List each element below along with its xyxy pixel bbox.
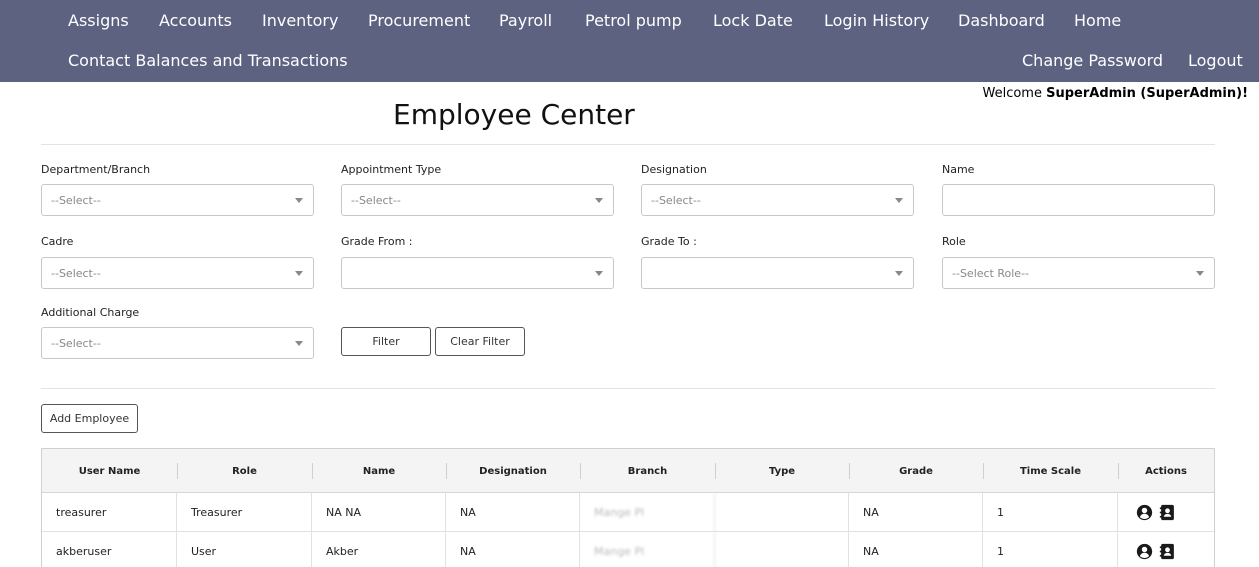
nav-login-history[interactable]: Login History	[824, 11, 929, 31]
cell-designation: NA	[446, 532, 580, 567]
column-header-branch[interactable]: Branch	[580, 449, 715, 493]
contact-card-icon[interactable]	[1159, 504, 1176, 521]
add-employee-button[interactable]: Add Employee	[41, 404, 138, 433]
nav-dashboard[interactable]: Dashboard	[958, 11, 1045, 31]
department-select-value: --Select--	[51, 194, 101, 207]
additional-charge-label: Additional Charge	[41, 306, 140, 319]
chevron-down-icon	[595, 198, 603, 203]
grade-to-select[interactable]	[641, 257, 914, 289]
chevron-down-icon	[895, 271, 903, 276]
nav-assigns[interactable]: Assigns	[68, 11, 129, 31]
welcome-message: Welcome SuperAdmin (SuperAdmin)!	[983, 86, 1249, 101]
cadre-select-value: --Select--	[51, 267, 101, 280]
column-header-name[interactable]: Name	[312, 449, 446, 493]
nav-accounts[interactable]: Accounts	[159, 11, 232, 31]
grade-from-select[interactable]	[341, 257, 614, 289]
department-select[interactable]: --Select--	[41, 184, 314, 216]
nav-contact-balances[interactable]: Contact Balances and Transactions	[68, 51, 348, 71]
cell-type	[715, 532, 849, 567]
cell-branch: Mange Pl	[580, 532, 715, 567]
column-header-user-name[interactable]: User Name	[42, 449, 177, 493]
grade-to-label: Grade To :	[641, 235, 697, 248]
nav-procurement[interactable]: Procurement	[368, 11, 470, 31]
additional-charge-select-value: --Select--	[51, 337, 101, 350]
column-header-role[interactable]: Role	[177, 449, 312, 493]
role-select-value: --Select Role--	[952, 267, 1030, 280]
cell-user-name: treasurer	[42, 493, 177, 532]
page-title: Employee Center	[393, 98, 635, 131]
additional-charge-select[interactable]: --Select--	[41, 327, 314, 359]
column-header-actions: Actions	[1145, 465, 1187, 477]
appointment-type-select[interactable]: --Select--	[341, 184, 614, 216]
designation-label: Designation	[641, 163, 707, 176]
cell-branch: Mange Pl	[580, 493, 715, 532]
clear-filter-button[interactable]: Clear Filter	[435, 327, 525, 356]
appointment-type-label: Appointment Type	[341, 163, 442, 176]
designation-select-value: --Select--	[651, 194, 701, 207]
cell-grade: NA	[849, 493, 983, 532]
designation-select[interactable]: --Select--	[641, 184, 914, 216]
nav-lock-date[interactable]: Lock Date	[713, 11, 793, 31]
cell-grade: NA	[849, 532, 983, 567]
appointment-type-select-value: --Select--	[351, 194, 401, 207]
welcome-user: SuperAdmin (SuperAdmin)!	[1046, 86, 1248, 101]
cadre-label: Cadre	[41, 235, 74, 248]
cell-role: User	[177, 532, 312, 567]
cell-type	[715, 493, 849, 532]
table-header: User Name Role Name Designation Branch T…	[42, 449, 1214, 493]
chevron-down-icon	[595, 271, 603, 276]
nav-logout[interactable]: Logout	[1188, 51, 1243, 71]
role-select[interactable]: --Select Role--	[942, 257, 1215, 289]
top-navigation: Assigns Accounts Inventory Procurement P…	[0, 0, 1259, 82]
column-header-designation[interactable]: Designation	[446, 449, 580, 493]
cell-actions	[1118, 493, 1214, 532]
cadre-select[interactable]: --Select--	[41, 257, 314, 289]
chevron-down-icon	[295, 341, 303, 346]
welcome-prefix: Welcome	[982, 86, 1047, 101]
chevron-down-icon	[295, 198, 303, 203]
filter-button[interactable]: Filter	[341, 327, 431, 356]
cell-name: Akber	[312, 532, 446, 567]
grade-from-label: Grade From :	[341, 235, 413, 248]
chevron-down-icon	[295, 271, 303, 276]
column-header-grade[interactable]: Grade	[849, 449, 983, 493]
nav-change-password[interactable]: Change Password	[1022, 51, 1163, 71]
cell-time-scale: 1	[983, 493, 1118, 532]
user-circle-icon[interactable]	[1136, 504, 1153, 521]
divider	[41, 388, 1215, 389]
nav-payroll[interactable]: Payroll	[499, 11, 552, 31]
chevron-down-icon	[1196, 271, 1204, 276]
cell-role: Treasurer	[177, 493, 312, 532]
table-row: treasurer Treasurer NA NA NA Mange Pl NA…	[42, 493, 1214, 532]
name-input[interactable]	[942, 184, 1215, 216]
department-label: Department/Branch	[41, 163, 151, 176]
column-header-time-scale[interactable]: Time Scale	[983, 449, 1118, 493]
cell-designation: NA	[446, 493, 580, 532]
nav-petrol-pump[interactable]: Petrol pump	[585, 11, 682, 31]
contact-card-icon[interactable]	[1159, 543, 1176, 560]
cell-time-scale: 1	[983, 532, 1118, 567]
table-row: akberuser User Akber NA Mange Pl NA 1	[42, 532, 1214, 567]
employee-table: User Name Role Name Designation Branch T…	[41, 448, 1215, 567]
name-label: Name	[942, 163, 975, 176]
column-header-type[interactable]: Type	[715, 449, 849, 493]
cell-user-name: akberuser	[42, 532, 177, 567]
user-circle-icon[interactable]	[1136, 543, 1153, 560]
cell-actions	[1118, 532, 1214, 567]
chevron-down-icon	[895, 198, 903, 203]
cell-name: NA NA	[312, 493, 446, 532]
nav-home[interactable]: Home	[1074, 11, 1121, 31]
nav-inventory[interactable]: Inventory	[262, 11, 338, 31]
divider	[41, 144, 1215, 145]
role-label: Role	[942, 235, 966, 248]
